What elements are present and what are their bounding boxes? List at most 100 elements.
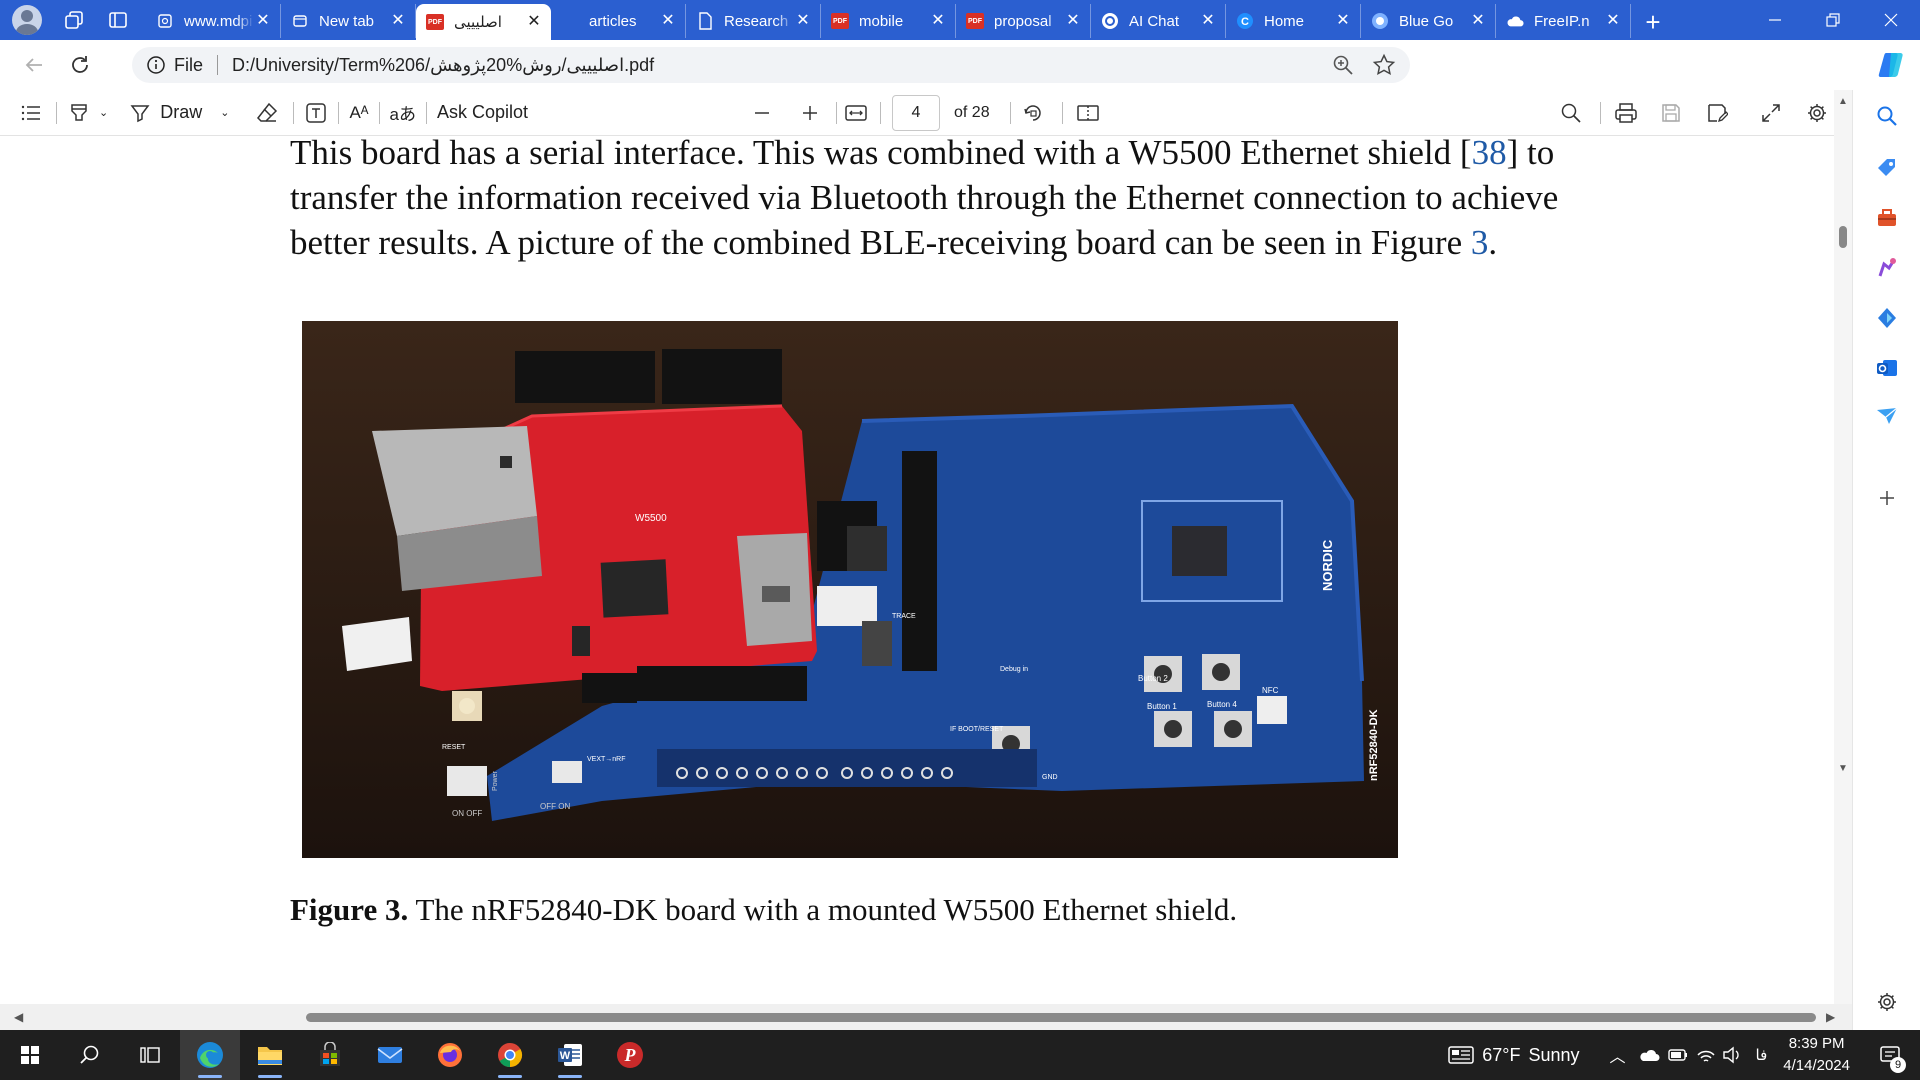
tab-articles[interactable]: articles ✕ bbox=[551, 4, 686, 38]
tab-blue-go[interactable]: Blue Go ✕ bbox=[1361, 4, 1496, 38]
sidebar-add[interactable] bbox=[1871, 482, 1903, 514]
close-tab-icon[interactable]: ✕ bbox=[525, 13, 543, 31]
rotate-button[interactable] bbox=[1022, 90, 1044, 136]
close-tab-icon[interactable]: ✕ bbox=[1604, 12, 1622, 30]
new-tab-button[interactable]: + bbox=[1631, 4, 1675, 40]
profile-avatar[interactable] bbox=[12, 5, 42, 35]
search-icon bbox=[1877, 106, 1897, 126]
scroll-down-icon[interactable]: ▼ bbox=[1838, 763, 1848, 774]
erase-button[interactable] bbox=[255, 90, 279, 136]
vertical-scroll-thumb[interactable] bbox=[1839, 226, 1847, 248]
info-icon[interactable] bbox=[146, 55, 166, 75]
copilot-button[interactable] bbox=[1874, 47, 1910, 83]
close-tab-icon[interactable]: ✕ bbox=[794, 12, 812, 30]
zoom-icon[interactable] bbox=[1332, 54, 1354, 76]
task-view-button[interactable] bbox=[120, 1030, 180, 1080]
sidebar-shopping[interactable] bbox=[1871, 152, 1903, 184]
weather-widget[interactable]: 67°F Sunny bbox=[1448, 1045, 1580, 1066]
pdf-viewport[interactable]: This board has a serial interface. This … bbox=[0, 136, 1834, 1004]
close-tab-icon[interactable]: ✕ bbox=[1334, 12, 1352, 30]
taskbar-store[interactable] bbox=[300, 1030, 360, 1080]
notifications-button[interactable]: 9 bbox=[1870, 1035, 1910, 1075]
folder-icon bbox=[258, 1047, 282, 1065]
draw-button[interactable]: Draw ⌄ bbox=[128, 90, 229, 136]
taskbar-mail[interactable] bbox=[360, 1030, 420, 1080]
read-aloud-button[interactable]: Aᴬ bbox=[349, 90, 368, 136]
sidebar-outlook[interactable] bbox=[1871, 352, 1903, 384]
address-field[interactable]: File D:/University/Term%206/اصلیییی/روش%… bbox=[132, 47, 1410, 83]
taskbar-p-app[interactable]: P bbox=[600, 1030, 660, 1080]
find-button[interactable] bbox=[1560, 90, 1582, 136]
tab-home[interactable]: C Home ✕ bbox=[1226, 4, 1361, 38]
add-text-button[interactable] bbox=[304, 90, 328, 136]
sidebar-search[interactable] bbox=[1871, 100, 1903, 132]
tab-label: اصلیییی bbox=[454, 14, 502, 31]
sidebar-games[interactable] bbox=[1871, 252, 1903, 284]
plus-icon bbox=[803, 105, 817, 120]
start-button[interactable] bbox=[0, 1030, 60, 1080]
horizontal-scroll-thumb[interactable] bbox=[306, 1013, 1816, 1022]
tab-ai-chat[interactable]: AI Chat ✕ bbox=[1091, 4, 1226, 38]
tab-active-pdf[interactable]: PDF اصلیییی ✕ bbox=[416, 4, 551, 40]
tab-freeip[interactable]: FreeIP.n ✕ bbox=[1496, 4, 1631, 38]
zoom-out-button[interactable] bbox=[752, 90, 772, 136]
taskbar-chrome[interactable] bbox=[480, 1030, 540, 1080]
close-tab-icon[interactable]: ✕ bbox=[389, 12, 407, 30]
scroll-up-icon[interactable]: ▲ bbox=[1838, 96, 1848, 107]
chevron-up-icon[interactable]: ︿ bbox=[1610, 1043, 1626, 1067]
minimize-button[interactable] bbox=[1746, 0, 1804, 40]
tab-mdpi[interactable]: www.mdpi.com ✕ bbox=[146, 4, 281, 38]
horizontal-scrollbar[interactable]: ◀ ▶ bbox=[0, 1004, 1852, 1030]
workspaces-button[interactable] bbox=[52, 2, 96, 38]
figure-caption: Figure 3. The nRF52840-DK board with a m… bbox=[290, 892, 1237, 928]
citation-link[interactable]: 38 bbox=[1472, 136, 1507, 172]
page-number-input[interactable]: 4 bbox=[892, 94, 940, 131]
close-window-button[interactable] bbox=[1862, 0, 1920, 40]
figure-link[interactable]: 3 bbox=[1471, 223, 1489, 262]
url-text[interactable]: D:/University/Term%206/اصلیییی/روش%20پژو… bbox=[232, 55, 654, 76]
sidebar-tools[interactable] bbox=[1871, 202, 1903, 234]
close-tab-icon[interactable]: ✕ bbox=[659, 12, 677, 30]
fullscreen-button[interactable] bbox=[1760, 90, 1782, 136]
close-tab-icon[interactable]: ✕ bbox=[1064, 12, 1082, 30]
restore-button[interactable] bbox=[1804, 0, 1862, 40]
vertical-scrollbar[interactable]: ▲ ▼ bbox=[1834, 90, 1852, 1004]
refresh-button[interactable] bbox=[58, 45, 102, 85]
page-view-button[interactable] bbox=[1076, 90, 1100, 136]
tab-label: AI Chat bbox=[1129, 12, 1180, 30]
tab-mobile[interactable]: PDF mobile ✕ bbox=[821, 4, 956, 38]
tab-new-tab[interactable]: New tab ✕ bbox=[281, 4, 416, 38]
close-tab-icon[interactable]: ✕ bbox=[254, 12, 272, 30]
sidebar-send[interactable] bbox=[1871, 400, 1903, 432]
sidebar-settings[interactable] bbox=[1871, 986, 1903, 1018]
save-as-button[interactable] bbox=[1706, 90, 1728, 136]
save-button[interactable] bbox=[1660, 90, 1682, 136]
ask-copilot-button[interactable]: Ask Copilot bbox=[437, 90, 528, 136]
close-tab-icon[interactable]: ✕ bbox=[1199, 12, 1217, 30]
close-tab-icon[interactable]: ✕ bbox=[1469, 12, 1487, 30]
tab-proposal[interactable]: PDF proposal ✕ bbox=[956, 4, 1091, 38]
favorite-star-icon[interactable] bbox=[1372, 53, 1396, 77]
taskbar-word[interactable]: W bbox=[540, 1030, 600, 1080]
taskbar-file-explorer[interactable] bbox=[240, 1030, 300, 1080]
taskbar-edge[interactable] bbox=[180, 1030, 240, 1080]
sidebar-copilot-app[interactable] bbox=[1871, 302, 1903, 334]
tab-research[interactable]: Research ✕ bbox=[686, 4, 821, 38]
back-button[interactable] bbox=[12, 45, 56, 85]
scroll-left-icon[interactable]: ◀ bbox=[14, 1010, 23, 1024]
pdf-settings-button[interactable] bbox=[1806, 90, 1828, 136]
input-language[interactable]: فا bbox=[1756, 1046, 1768, 1064]
clock[interactable]: 8:39 PM 4/14/2024 bbox=[1783, 1033, 1850, 1077]
taskbar-search[interactable] bbox=[60, 1030, 120, 1080]
translate-button[interactable]: aあ bbox=[390, 90, 416, 136]
taskbar-firefox[interactable] bbox=[420, 1030, 480, 1080]
contents-button[interactable] bbox=[20, 90, 42, 136]
fit-to-width-button[interactable] bbox=[844, 90, 868, 136]
print-button[interactable] bbox=[1614, 90, 1638, 136]
scroll-right-icon[interactable]: ▶ bbox=[1826, 1010, 1835, 1024]
close-tab-icon[interactable]: ✕ bbox=[929, 12, 947, 30]
zoom-in-button[interactable] bbox=[800, 90, 820, 136]
vertical-tabs-button[interactable] bbox=[96, 2, 140, 38]
highlight-button[interactable]: ⌄ bbox=[67, 90, 108, 136]
svg-text:Power: Power bbox=[492, 770, 499, 791]
